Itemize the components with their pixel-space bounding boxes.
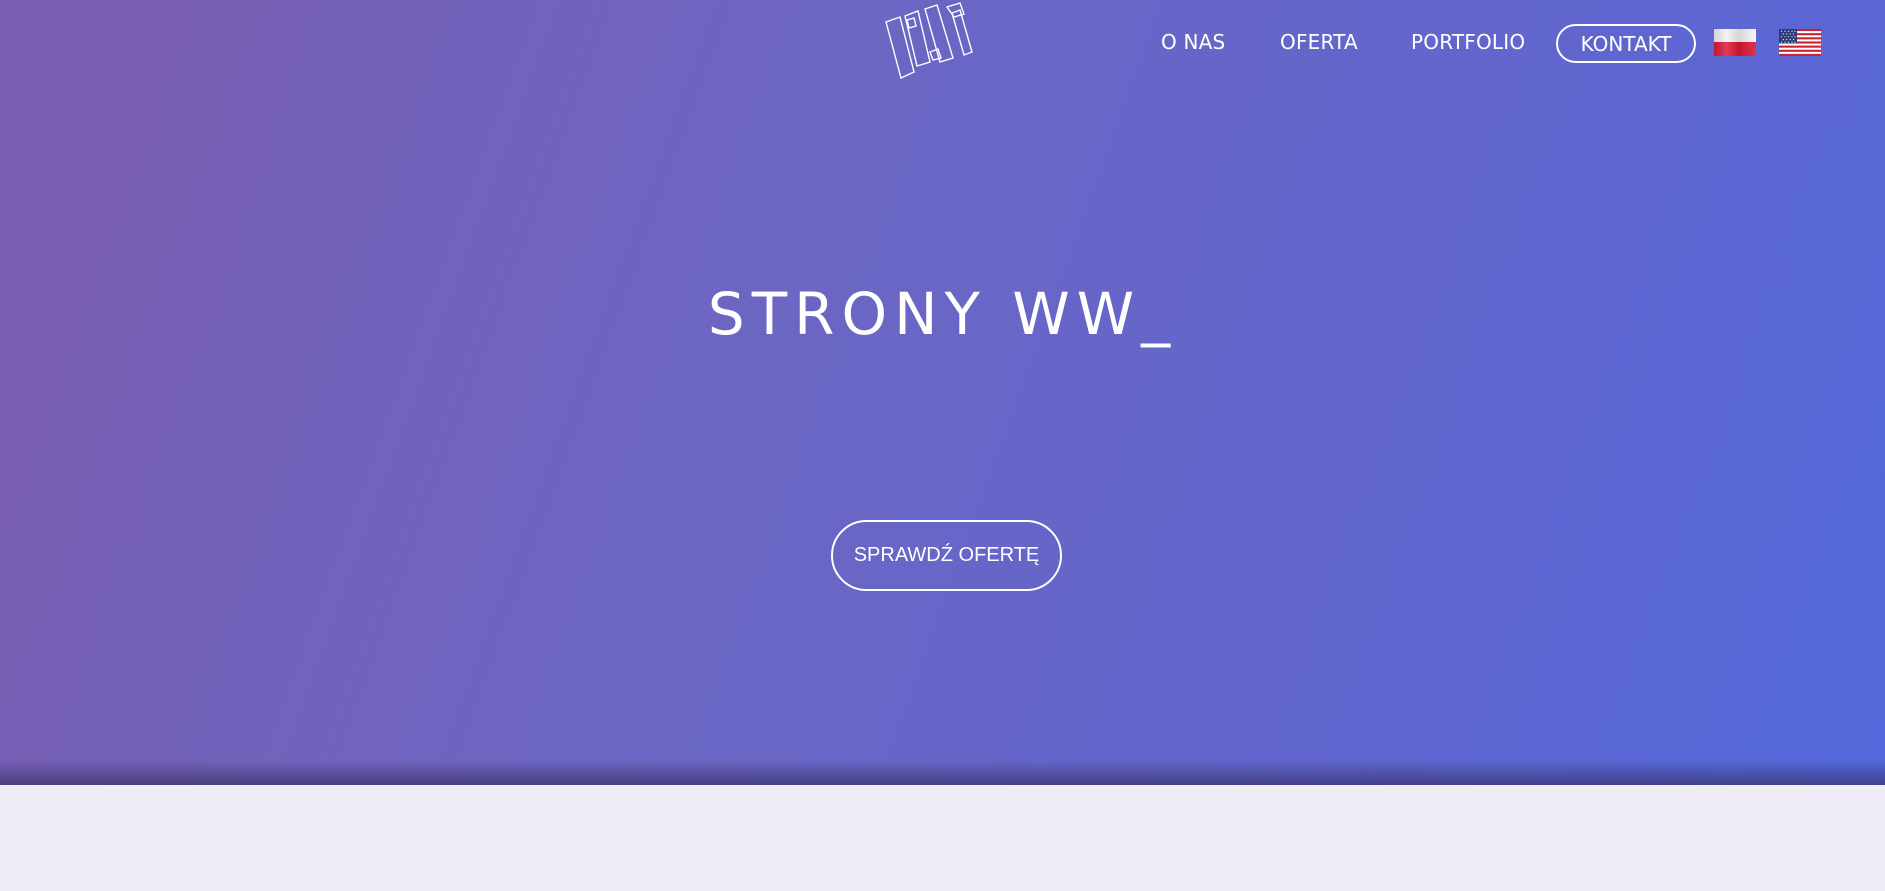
usa-flag-icon[interactable] <box>1779 29 1821 56</box>
nav-link-offer[interactable]: OFERTA <box>1280 30 1358 54</box>
hero-headline: STRONY WW_ <box>707 280 1178 348</box>
content-section <box>0 785 1885 891</box>
hero-section: O NAS OFERTA PORTFOLIO KONTAKT STRONY WW… <box>0 0 1885 785</box>
nav-link-portfolio[interactable]: PORTFOLIO <box>1411 30 1525 54</box>
logo-icon[interactable] <box>880 0 980 84</box>
hero-bottom-shadow <box>0 760 1885 785</box>
check-offer-button[interactable]: SPRAWDŹ OFERTĘ <box>831 520 1062 591</box>
nav-link-about[interactable]: O NAS <box>1161 30 1225 54</box>
nav-contact-button[interactable]: KONTAKT <box>1556 24 1696 63</box>
poland-flag-icon[interactable] <box>1714 29 1756 56</box>
